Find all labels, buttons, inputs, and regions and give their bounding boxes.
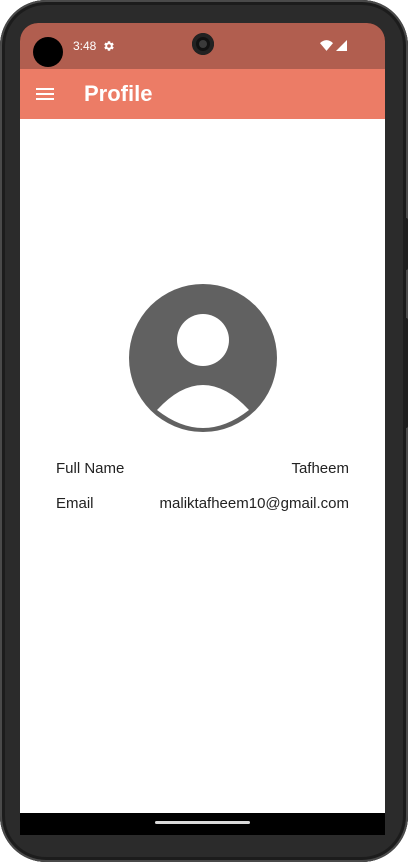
full-name-value: Tafheem xyxy=(291,460,349,477)
full-name-row: Full Name Tafheem xyxy=(56,458,349,480)
cellular-signal-icon xyxy=(336,40,347,51)
phone-frame: 3:48 Profile Full Name Tafheem Email mal… xyxy=(0,0,408,862)
wifi-icon xyxy=(320,40,333,51)
gesture-nav-bar xyxy=(20,813,385,835)
home-indicator[interactable] xyxy=(155,821,250,824)
full-name-label: Full Name xyxy=(56,460,125,477)
profile-content: Full Name Tafheem Email maliktafheem10@g… xyxy=(20,119,385,813)
settings-icon xyxy=(104,41,114,51)
account-circle-icon xyxy=(129,284,277,432)
punch-hole xyxy=(33,37,63,67)
status-bar: 3:48 xyxy=(20,23,385,69)
status-time: 3:48 xyxy=(73,39,97,53)
hamburger-menu-icon[interactable] xyxy=(36,86,54,102)
volume-button xyxy=(403,318,408,428)
app-bar: Profile xyxy=(20,69,385,119)
email-row: Email maliktafheem10@gmail.com xyxy=(56,493,349,515)
phone-screen: 3:48 Profile Full Name Tafheem Email mal… xyxy=(20,23,385,835)
front-camera xyxy=(192,33,214,55)
power-button xyxy=(403,218,408,270)
page-title: Profile xyxy=(84,81,153,106)
email-label: Email xyxy=(56,495,94,512)
email-value: maliktafheem10@gmail.com xyxy=(159,495,349,512)
